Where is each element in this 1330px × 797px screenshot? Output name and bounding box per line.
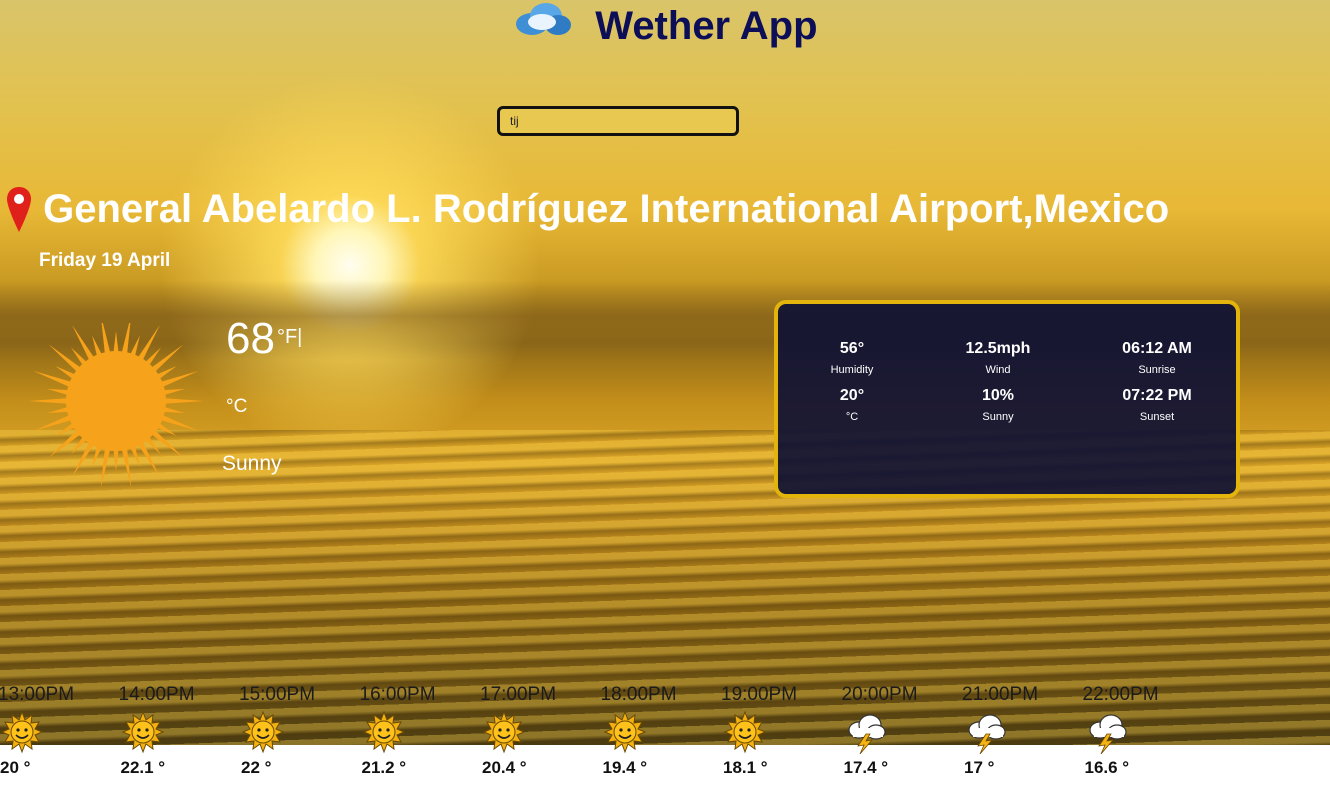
detail-chance: 10% Sunny <box>923 387 1073 423</box>
hourly-item: 13:00PM 20 ° <box>0 684 98 778</box>
hourly-temp: 21.2 ° <box>361 758 407 777</box>
hourly-temp: 22 ° <box>241 758 272 777</box>
detail-label: Wind <box>985 364 1011 376</box>
hourly-item: 18:00PM 19.4 ° <box>601 684 701 778</box>
location-name: General Abelardo L. Rodríguez Internatio… <box>43 187 1170 231</box>
sun-icon <box>26 314 206 497</box>
map-pin-icon <box>6 186 32 238</box>
hourly-item: 15:00PM 22 ° <box>239 684 339 778</box>
hourly-item: 16:00PM 21.2 ° <box>360 684 460 778</box>
weather-condition: Sunny <box>222 452 282 475</box>
hourly-temp: 18.1 ° <box>723 758 768 777</box>
storm-cloud-icon <box>962 710 1062 758</box>
celsius-unit[interactable]: °C <box>226 396 247 418</box>
hourly-item: 20:00PM 17.4 ° <box>842 684 942 778</box>
app-title: Wether App <box>595 4 818 48</box>
hourly-time: 21:00PM <box>962 684 1039 705</box>
detail-sunrise: 06:12 AM Sunrise <box>1082 340 1232 376</box>
hourly-time: 14:00PM <box>118 684 195 705</box>
search-input[interactable] <box>497 106 739 136</box>
hourly-temp: 16.6 ° <box>1084 758 1130 777</box>
unit-toggle[interactable]: °F| <box>277 326 302 348</box>
current-date: Friday 19 April <box>39 250 171 271</box>
hourly-time: 22:00PM <box>1082 684 1159 705</box>
sun-icon <box>601 710 701 758</box>
hourly-time: 19:00PM <box>721 684 798 705</box>
hourly-item: 19:00PM 18.1 ° <box>721 684 821 778</box>
detail-value: 12.5mph <box>965 340 1031 357</box>
detail-value: 56° <box>839 340 865 357</box>
cloud-icon <box>512 3 585 47</box>
hourly-temp: 17 ° <box>964 758 995 777</box>
detail-value: 20° <box>839 387 865 404</box>
hourly-item: 17:00PM 20.4 ° <box>480 684 580 778</box>
detail-label: °C <box>845 411 859 423</box>
sun-icon <box>119 710 219 758</box>
app-header: Wether App <box>0 0 1330 52</box>
temperature-value: 68 <box>226 314 275 363</box>
detail-humidity: 56° Humidity <box>777 340 927 376</box>
detail-wind: 12.5mph Wind <box>923 340 1073 376</box>
detail-value: 10% <box>981 387 1015 404</box>
weather-details-panel: 56° Humidity 12.5mph Wind 06:12 AM Sunri… <box>774 300 1240 498</box>
hourly-temp: 20 ° <box>0 758 31 777</box>
storm-cloud-icon <box>842 710 942 758</box>
detail-label: Sunny <box>982 411 1014 423</box>
hourly-time: 13:00PM <box>0 684 75 705</box>
sun-icon <box>0 710 98 758</box>
hourly-temp: 17.4 ° <box>843 758 889 777</box>
hourly-temp: 22.1 ° <box>120 758 166 777</box>
detail-label: Sunset <box>1139 411 1175 423</box>
detail-value: 07:22 PM <box>1122 387 1192 404</box>
hourly-time: 18:00PM <box>600 684 677 705</box>
hourly-time: 17:00PM <box>480 684 557 705</box>
location-heading: General Abelardo L. Rodríguez Internatio… <box>6 184 1169 238</box>
detail-temp-c: 20° °C <box>777 387 927 423</box>
hourly-item: 22:00PM 16.6 ° <box>1083 684 1183 778</box>
detail-label: Humidity <box>830 364 874 376</box>
hourly-forecast: 13:00PM 20 ° 14:00PM 22.1 ° 15:00PM 22 ° 16:00… <box>0 684 1330 797</box>
hourly-temp: 19.4 ° <box>602 758 648 777</box>
detail-value: 06:12 AM <box>1122 340 1192 357</box>
sun-icon <box>239 710 339 758</box>
hourly-item: 21:00PM 17 ° <box>962 684 1062 778</box>
hourly-time: 16:00PM <box>359 684 436 705</box>
sun-icon <box>480 710 580 758</box>
hourly-item: 14:00PM 22.1 ° <box>119 684 219 778</box>
detail-sunset: 07:22 PM Sunset <box>1082 387 1232 423</box>
hourly-temp: 20.4 ° <box>482 758 527 777</box>
hourly-time: 15:00PM <box>239 684 316 705</box>
storm-cloud-icon <box>1083 710 1183 758</box>
sun-icon <box>360 710 460 758</box>
current-temperature: 68 °F| <box>226 314 302 364</box>
hourly-time: 20:00PM <box>841 684 918 705</box>
detail-label: Sunrise <box>1138 364 1176 376</box>
sun-icon <box>721 710 821 758</box>
